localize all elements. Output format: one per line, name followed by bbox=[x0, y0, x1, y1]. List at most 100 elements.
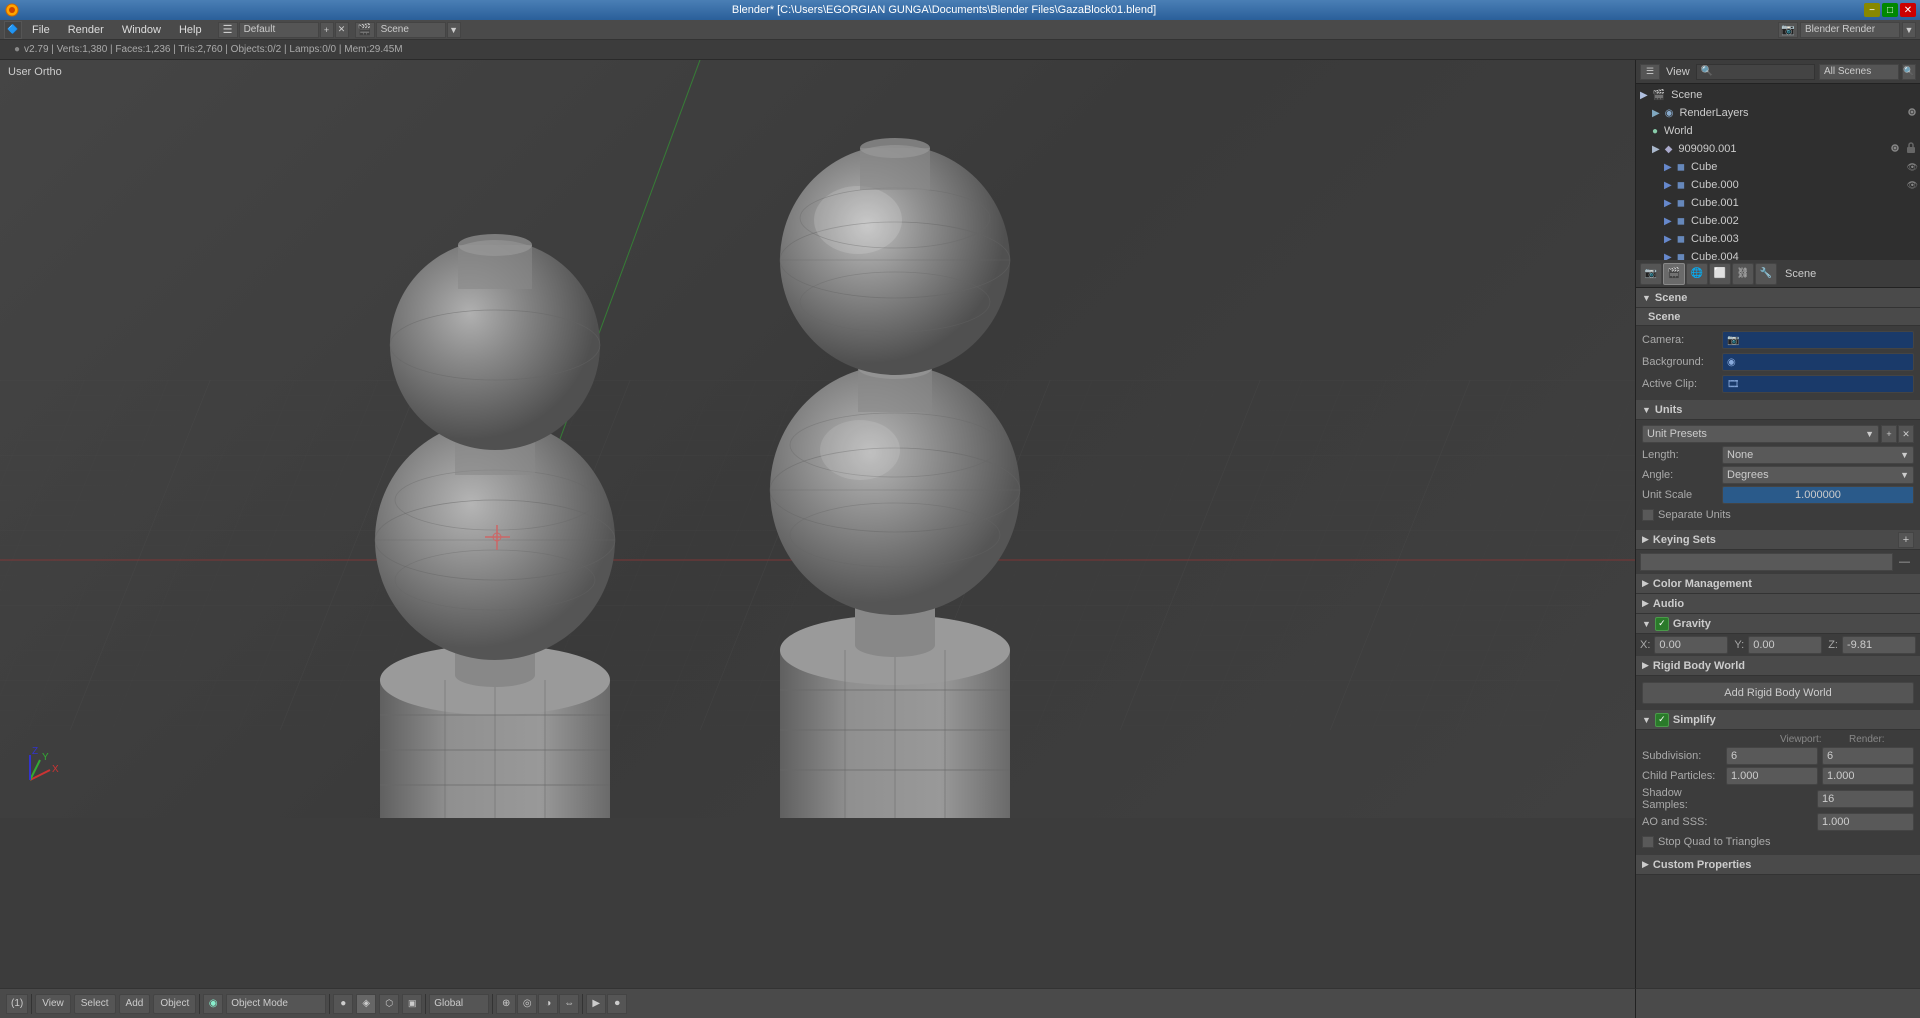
mirror-icon[interactable]: ⇔ bbox=[559, 994, 579, 1014]
world-props-icon[interactable]: 🌐 bbox=[1686, 263, 1708, 285]
rigid-body-header[interactable]: ▶ Rigid Body World bbox=[1636, 656, 1920, 676]
object-props-icon[interactable]: ⬜ bbox=[1709, 263, 1731, 285]
child-particles-render-field[interactable]: 1.000 bbox=[1822, 767, 1914, 785]
layout-add-btn[interactable]: + bbox=[320, 22, 334, 38]
tree-item-909090[interactable]: ▶ ◆ 909090.001 bbox=[1636, 140, 1920, 158]
play-icon[interactable]: ▶ bbox=[586, 994, 606, 1014]
gravity-z-field[interactable]: -9.81 bbox=[1842, 636, 1916, 654]
scene-menu-btn[interactable]: ▼ bbox=[447, 22, 461, 38]
scene-dropdown[interactable]: Scene bbox=[376, 22, 446, 38]
menu-window[interactable]: Window bbox=[114, 22, 169, 38]
onion-icon[interactable]: ◑ bbox=[538, 994, 558, 1014]
blender-menu-icon[interactable]: 🔷 bbox=[4, 21, 22, 39]
scene-props-icon[interactable]: 🎬 bbox=[1663, 263, 1685, 285]
ao-sss-field[interactable]: 1.000 bbox=[1817, 813, 1914, 831]
gravity-header[interactable]: ▼ ✓ Gravity bbox=[1636, 614, 1920, 634]
units-section-header[interactable]: ▼ Units bbox=[1636, 400, 1920, 420]
tree-item-cube004[interactable]: ▶ ◼ Cube.004 bbox=[1636, 248, 1920, 260]
tree-item-cube001[interactable]: ▶ ◼ Cube.001 bbox=[1636, 194, 1920, 212]
subdivision-viewport-field[interactable]: 6 bbox=[1726, 747, 1818, 765]
tree-item-renderlayers[interactable]: ▶ ◉ RenderLayers bbox=[1636, 104, 1920, 122]
layout-remove-btn[interactable]: ✕ bbox=[335, 22, 349, 38]
tree-label-cube002: Cube.002 bbox=[1691, 215, 1739, 227]
angle-dropdown[interactable]: Degrees ▼ bbox=[1722, 466, 1914, 484]
tree-item-cube003[interactable]: ▶ ◼ Cube.003 bbox=[1636, 230, 1920, 248]
eye-icon-909090[interactable] bbox=[1889, 142, 1903, 157]
subdivision-render-field[interactable]: 6 bbox=[1822, 747, 1914, 765]
presets-delete-btn[interactable]: ✕ bbox=[1898, 425, 1914, 443]
layout-dropdown[interactable]: Default bbox=[239, 22, 319, 38]
menu-file[interactable]: File bbox=[24, 22, 58, 38]
proportional-icon[interactable]: ◎ bbox=[517, 994, 537, 1014]
color-management-header[interactable]: ▶ Color Management bbox=[1636, 574, 1920, 594]
object-menu-btn[interactable]: Object bbox=[153, 994, 196, 1014]
gravity-x-field[interactable]: 0.00 bbox=[1654, 636, 1728, 654]
render-props-icon[interactable]: 📷 bbox=[1640, 263, 1662, 285]
separate-units-checkbox[interactable] bbox=[1642, 509, 1654, 521]
view-menu-btn[interactable]: View bbox=[35, 994, 71, 1014]
object-mode-dropdown[interactable]: Object Mode bbox=[226, 994, 326, 1014]
simplify-checkbox-icon[interactable]: ✓ bbox=[1655, 713, 1669, 727]
tree-item-cube000[interactable]: ▶ ◼ Cube.000 👁 bbox=[1636, 176, 1920, 194]
gravity-title: Gravity bbox=[1673, 618, 1711, 630]
eye-icon-renderlayers[interactable] bbox=[1906, 106, 1920, 121]
object-mode-icon[interactable]: ◉ bbox=[203, 994, 223, 1014]
outliner-scenes-dropdown[interactable]: All Scenes bbox=[1819, 64, 1899, 80]
tree-item-cube002[interactable]: ▶ ◼ Cube.002 bbox=[1636, 212, 1920, 230]
viewport-solid-icon[interactable]: ◈ bbox=[356, 994, 376, 1014]
simplify-header[interactable]: ▼ ✓ Simplify bbox=[1636, 710, 1920, 730]
keying-add-btn[interactable]: + bbox=[1898, 532, 1914, 548]
maximize-button[interactable]: □ bbox=[1882, 3, 1898, 17]
right-statusbar bbox=[1635, 988, 1920, 1018]
scene-subsection-header[interactable]: Scene bbox=[1636, 308, 1920, 326]
constraints-props-icon[interactable]: ⛓ bbox=[1732, 263, 1754, 285]
camera-value[interactable]: 📷 bbox=[1722, 331, 1914, 349]
presets-save-btn[interactable]: + bbox=[1881, 425, 1897, 443]
cube000-visible-icon[interactable]: 👁 bbox=[1907, 180, 1920, 191]
add-rigid-body-world-btn[interactable]: Add Rigid Body World bbox=[1642, 682, 1914, 704]
minimize-button[interactable]: − bbox=[1864, 3, 1880, 17]
outliner-search-btn[interactable]: 🔍 bbox=[1902, 64, 1916, 80]
modifier-props-icon[interactable]: 🔧 bbox=[1755, 263, 1777, 285]
unit-presets-dropdown[interactable]: Unit Presets ▼ bbox=[1642, 425, 1879, 443]
stop-quad-checkbox[interactable] bbox=[1642, 836, 1654, 848]
viewport-wire-icon[interactable]: ⬡ bbox=[379, 994, 399, 1014]
render-icon[interactable]: 📷 bbox=[1778, 22, 1798, 38]
keying-sets-header[interactable]: ▶ Keying Sets + bbox=[1636, 530, 1920, 550]
outliner-toolbar: ☰ View 🔍 All Scenes 🔍 bbox=[1636, 60, 1920, 84]
select-menu-btn[interactable]: Select bbox=[74, 994, 116, 1014]
scene-icon[interactable]: 🎬 bbox=[355, 22, 375, 38]
lock-icon-909090[interactable] bbox=[1906, 142, 1920, 157]
record-icon[interactable]: ⏺ bbox=[607, 994, 627, 1014]
custom-properties-header[interactable]: ▶ Custom Properties bbox=[1636, 855, 1920, 875]
viewport-shade-icon[interactable]: ● bbox=[333, 994, 353, 1014]
viewport-3d[interactable]: X Y Z User Ortho bbox=[0, 60, 1635, 818]
scene-section-header[interactable]: ▼ Scene bbox=[1636, 288, 1920, 308]
layout-icon-btn[interactable]: ☰ bbox=[218, 22, 238, 38]
render-engine-dropdown[interactable]: Blender Render bbox=[1800, 22, 1900, 38]
menu-help[interactable]: Help bbox=[171, 22, 210, 38]
gravity-checkbox-icon[interactable]: ✓ bbox=[1655, 617, 1669, 631]
tree-item-world[interactable]: ● World bbox=[1636, 122, 1920, 140]
tree-item-cube[interactable]: ▶ ◼ Cube 👁 bbox=[1636, 158, 1920, 176]
length-dropdown[interactable]: None ▼ bbox=[1722, 446, 1914, 464]
audio-header[interactable]: ▶ Audio bbox=[1636, 594, 1920, 614]
keying-dropdown[interactable] bbox=[1640, 553, 1893, 571]
render-engine-menu-btn[interactable]: ▼ bbox=[1902, 22, 1916, 38]
background-value[interactable]: ◉ bbox=[1722, 353, 1914, 371]
snap-icon[interactable]: ⊕ bbox=[496, 994, 516, 1014]
menu-render[interactable]: Render bbox=[60, 22, 112, 38]
add-menu-btn[interactable]: Add bbox=[119, 994, 151, 1014]
close-button[interactable]: ✕ bbox=[1900, 3, 1916, 17]
shadow-samples-field[interactable]: 16 bbox=[1817, 790, 1914, 808]
transform-space-dropdown[interactable]: Global bbox=[429, 994, 489, 1014]
unit-scale-slider[interactable]: 1.000000 bbox=[1722, 486, 1914, 504]
gravity-y-field[interactable]: 0.00 bbox=[1748, 636, 1822, 654]
outliner-search[interactable]: 🔍 bbox=[1696, 64, 1815, 80]
outliner-view-btn[interactable]: ☰ bbox=[1640, 64, 1660, 80]
viewport-render-icon[interactable]: ▣ bbox=[402, 994, 422, 1014]
child-particles-viewport-field[interactable]: 1.000 bbox=[1726, 767, 1818, 785]
cube-visible-icon[interactable]: 👁 bbox=[1907, 162, 1920, 173]
active-clip-value[interactable]: 🎞 bbox=[1722, 375, 1914, 393]
tree-item-scene[interactable]: ▶ 🎬 Scene bbox=[1636, 86, 1920, 104]
